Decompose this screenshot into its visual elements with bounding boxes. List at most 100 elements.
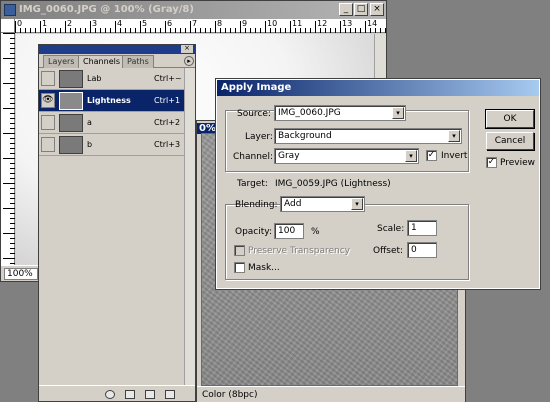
second-document-status-bar: Color (8bpc) xyxy=(197,386,465,402)
ruler-label: 7 xyxy=(192,19,198,28)
save-selection-icon[interactable] xyxy=(125,390,135,399)
zoom-field[interactable]: 100% xyxy=(4,268,38,280)
ruler-label: 5 xyxy=(142,19,148,28)
ruler-ticks-v xyxy=(3,33,15,264)
source-label: Source: xyxy=(237,109,271,119)
tab-paths[interactable]: Paths xyxy=(122,55,154,68)
layer-select[interactable]: Background ▾ xyxy=(274,128,462,144)
ruler-label: 0 xyxy=(17,19,23,28)
dialog-title: Apply Image xyxy=(221,82,292,93)
ruler-label: 4 xyxy=(117,19,123,28)
mask-label: Mask... xyxy=(248,263,280,273)
ruler-label: 12 xyxy=(317,19,328,28)
ruler-label: 1 xyxy=(42,19,48,28)
channel-name: Lab xyxy=(87,74,102,83)
palette-tabs: Layers Channels Paths ▸ xyxy=(39,54,195,69)
visibility-toggle[interactable] xyxy=(41,137,55,152)
chevron-down-icon: ▾ xyxy=(448,130,460,142)
chevron-down-icon: ▾ xyxy=(405,150,417,162)
visibility-toggle[interactable] xyxy=(41,115,55,130)
palette-bottom-bar xyxy=(39,385,195,401)
channel-thumbnail xyxy=(59,136,83,154)
ruler-label: 9 xyxy=(242,19,248,28)
palette-titlebar[interactable]: × xyxy=(39,45,195,54)
channel-shortcut: Ctrl+2 xyxy=(154,118,181,127)
new-channel-icon[interactable] xyxy=(145,390,155,399)
dialog-titlebar[interactable]: Apply Image xyxy=(217,80,539,96)
opacity-input[interactable]: 100 xyxy=(274,223,304,239)
channel-select[interactable]: Gray ▾ xyxy=(274,148,419,164)
chevron-down-icon: ▾ xyxy=(392,107,404,119)
mask-checkbox[interactable] xyxy=(234,262,245,273)
ruler-origin[interactable] xyxy=(1,19,15,33)
channel-row-a[interactable]: a Ctrl+2 xyxy=(39,112,195,134)
source-select[interactable]: IMG_0060.JPG ▾ xyxy=(274,105,406,121)
channel-thumbnail xyxy=(59,92,83,110)
channel-shortcut: Ctrl+3 xyxy=(154,140,181,149)
opacity-unit: % xyxy=(311,227,320,237)
channel-row-lightness[interactable]: 👁 Lightness Ctrl+1 xyxy=(39,90,195,112)
blending-value: Add xyxy=(284,199,302,209)
preserve-transparency-checkbox xyxy=(234,245,245,256)
preview-checkbox[interactable]: ✓ xyxy=(486,157,497,168)
invert-checkbox[interactable]: ✓ xyxy=(426,150,437,161)
chevron-down-icon: ▾ xyxy=(351,198,363,210)
channel-name: b xyxy=(87,140,93,149)
vertical-ruler[interactable] xyxy=(1,33,15,265)
minimize-button[interactable]: _ xyxy=(339,3,353,16)
load-selection-icon[interactable] xyxy=(105,390,115,399)
eye-icon[interactable]: 👁 xyxy=(41,93,55,108)
close-button[interactable]: × xyxy=(370,3,384,16)
channel-shortcut: Ctrl+~ xyxy=(154,74,182,83)
channel-value: Gray xyxy=(278,151,300,161)
document-title: IMG_0060.JPG @ 100% (Gray/8) xyxy=(19,4,194,15)
tab-channels[interactable]: Channels xyxy=(78,55,126,69)
ruler-label: 3 xyxy=(92,19,98,28)
channel-row-lab[interactable]: Lab Ctrl+~ xyxy=(39,68,195,90)
source-value: IMG_0060.JPG xyxy=(278,108,341,118)
horizontal-ruler[interactable]: 0 1 2 3 4 5 6 7 8 9 10 11 12 13 14 xyxy=(15,19,386,33)
channel-shortcut: Ctrl+1 xyxy=(154,96,181,105)
palette-close-button[interactable]: × xyxy=(181,45,193,53)
layer-value: Background xyxy=(278,131,332,141)
color-mode-label: Color (8bpc) xyxy=(202,390,258,400)
channel-label: Channel: xyxy=(233,152,273,162)
channel-name: Lightness xyxy=(87,96,131,105)
ok-button[interactable]: OK xyxy=(485,109,535,129)
channel-thumbnail xyxy=(59,70,83,88)
ruler-label: 8 xyxy=(217,19,223,28)
tab-layers[interactable]: Layers xyxy=(43,55,80,68)
channel-thumbnail xyxy=(59,114,83,132)
preserve-transparency-label: Preserve Transparency xyxy=(248,246,350,256)
target-value: IMG_0059.JPG (Lightness) xyxy=(275,179,391,189)
palette-scrollbar[interactable] xyxy=(184,68,195,385)
layer-label: Layer: xyxy=(245,132,273,142)
channel-row-b[interactable]: b Ctrl+3 xyxy=(39,134,195,156)
offset-label: Offset: xyxy=(373,246,404,256)
opacity-label: Opacity: xyxy=(235,227,272,237)
trash-icon[interactable] xyxy=(165,390,175,399)
ruler-label: 11 xyxy=(292,19,303,28)
target-label: Target: xyxy=(237,179,268,189)
ruler-label: 10 xyxy=(267,19,278,28)
scale-input[interactable]: 1 xyxy=(407,220,437,236)
offset-input[interactable]: 0 xyxy=(407,242,437,258)
maximize-button[interactable]: □ xyxy=(354,3,368,16)
ruler-label: 2 xyxy=(67,19,73,28)
blending-label: Blending: xyxy=(235,200,278,210)
document-titlebar[interactable]: IMG_0060.JPG @ 100% (Gray/8) _ □ × xyxy=(1,1,386,19)
apply-image-dialog: Apply Image Source: IMG_0060.JPG ▾ Layer… xyxy=(215,78,541,290)
visibility-toggle[interactable] xyxy=(41,71,55,86)
photoshop-doc-icon xyxy=(4,4,16,16)
ruler-label: 13 xyxy=(342,19,353,28)
scale-label: Scale: xyxy=(377,224,405,234)
ruler-label: 6 xyxy=(167,19,173,28)
blending-select[interactable]: Add ▾ xyxy=(280,196,365,212)
ruler-label: 14 xyxy=(367,19,378,28)
invert-label: Invert xyxy=(441,151,468,161)
preview-label: Preview xyxy=(500,158,536,168)
cancel-button[interactable]: Cancel xyxy=(486,132,534,150)
palette-menu-button[interactable]: ▸ xyxy=(184,56,194,66)
channels-palette: × Layers Channels Paths ▸ Lab Ctrl+~ 👁 L… xyxy=(38,44,196,402)
channel-name: a xyxy=(87,118,92,127)
